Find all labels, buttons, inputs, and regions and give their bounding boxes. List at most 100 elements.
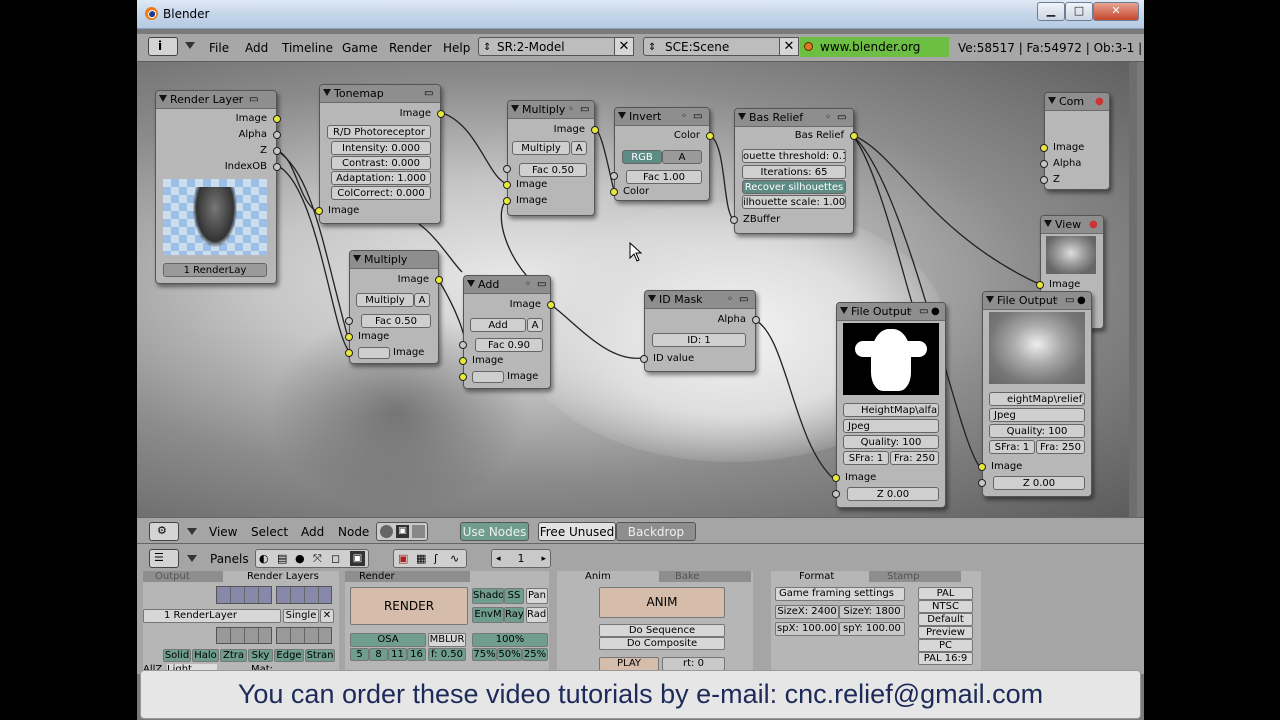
tab-format[interactable]: Format — [775, 571, 867, 582]
input-socket[interactable] — [978, 479, 986, 487]
silhouette-scale-field[interactable]: ilhouette scale: 1.000 — [742, 195, 846, 209]
anim-subcontext-icon[interactable]: ▦ — [416, 552, 426, 565]
blender-url-label[interactable]: www.blender.org 249.2 — [800, 37, 949, 74]
output-socket[interactable] — [591, 126, 599, 134]
layer-grid[interactable] — [276, 627, 332, 644]
output-socket[interactable] — [273, 147, 281, 155]
fac-field[interactable]: Fac 0.50 — [361, 314, 431, 328]
input-socket[interactable] — [345, 317, 353, 325]
buttons-editor-type-button[interactable]: ☰ — [149, 549, 179, 568]
raytrace-toggle[interactable]: Ray — [504, 607, 524, 623]
fac-field[interactable]: Fac 0.90 — [475, 338, 543, 352]
node-tree-type-buttons[interactable]: ▣ — [376, 522, 428, 541]
node-add[interactable]: Add ◦ ▭ Image Add A Fac 0.90 Image Image — [459, 275, 555, 389]
editing-context-icon[interactable]: ◻ — [331, 552, 340, 565]
input-socket[interactable] — [503, 197, 511, 205]
aspect-x-field[interactable]: spX: 100.00 — [775, 622, 839, 636]
output-path-field[interactable]: HeightMap\alfa_ — [843, 403, 939, 417]
pass-halo-toggle[interactable]: Halo — [192, 649, 219, 662]
preset-pal[interactable]: PAL — [918, 587, 973, 600]
input-socket[interactable] — [503, 181, 511, 189]
editor-type-button[interactable]: ⚙ — [149, 522, 179, 541]
render-button[interactable]: RENDER — [350, 587, 468, 625]
menu-add[interactable]: Add — [245, 41, 268, 55]
node-multiply-2[interactable]: Multiply Image Multiply A Fac 0.50 Image… — [345, 250, 443, 364]
input-socket[interactable] — [1036, 281, 1044, 289]
input-socket[interactable] — [832, 490, 840, 498]
input-socket[interactable] — [730, 216, 738, 224]
output-socket[interactable] — [706, 132, 714, 140]
colcorrect-field[interactable]: ColCorrect: 0.000 — [331, 186, 431, 200]
output-socket[interactable] — [437, 110, 445, 118]
invert-alpha-toggle[interactable]: A — [662, 150, 702, 164]
collapse-triangle-icon[interactable] — [986, 296, 994, 303]
node-tonemap[interactable]: Tonemap ▭ Image R/D Photoreceptor Intensi… — [315, 84, 445, 224]
scene-layers-grid[interactable] — [276, 586, 332, 604]
input-socket[interactable] — [315, 207, 323, 215]
node-option-icon[interactable]: ◦ — [825, 112, 835, 123]
tonemap-type-select[interactable]: R/D Photoreceptor — [327, 125, 431, 139]
node-file-output-2[interactable]: File Output ◦ ▭ ● eightMap\relief_ Jpeg Qua… — [978, 291, 1092, 497]
shading-context-icon[interactable]: ● — [295, 552, 305, 565]
osa-8[interactable]: 8 — [369, 648, 388, 661]
sound-subcontext-icon[interactable]: ʃ — [434, 552, 438, 565]
scene-layers-grid[interactable] — [216, 586, 272, 604]
input-socket[interactable] — [345, 349, 353, 357]
invert-rgb-toggle[interactable]: RGB — [622, 150, 662, 164]
use-alpha-toggle[interactable]: A — [527, 318, 543, 332]
node-option-icon[interactable]: ◦ — [525, 279, 535, 290]
osa-16[interactable]: 16 — [407, 648, 426, 661]
node-render-layer[interactable]: Render Layer ◦ ▭ Image Alpha Z IndexOB 1 R… — [155, 90, 281, 284]
iterations-field[interactable]: Iterations: 65 — [742, 165, 846, 179]
collapse-triangle-icon[interactable] — [648, 295, 656, 302]
format-select[interactable]: Jpeg — [843, 419, 939, 433]
end-frame-field[interactable]: Fra: 250 — [1036, 440, 1085, 454]
node-preview-icon[interactable]: ▭ — [249, 94, 259, 105]
rt-field[interactable]: rt: 0 — [662, 657, 725, 671]
node-option-icon[interactable]: ◦ — [568, 104, 578, 115]
contrast-field[interactable]: Contrast: 0.000 — [331, 156, 431, 170]
size-x-field[interactable]: SizeX: 2400 — [775, 605, 839, 619]
node-preview-icon[interactable]: ▭ — [919, 306, 929, 317]
input-socket[interactable] — [503, 165, 511, 173]
quality-field[interactable]: Quality: 100 — [989, 424, 1085, 438]
collapse-triangle-icon[interactable] — [159, 95, 167, 102]
percent-25[interactable]: 25% — [522, 648, 548, 661]
composite-nodes-icon[interactable]: ▣ — [396, 525, 409, 538]
node-option-icon[interactable]: ◦ — [236, 94, 246, 105]
window-type-button[interactable]: i — [148, 37, 178, 56]
collapse-triangle-icon[interactable] — [353, 255, 361, 262]
node-preview-icon[interactable]: ▭ — [537, 279, 547, 290]
envmap-toggle[interactable]: EnvM — [472, 607, 504, 623]
start-frame-field[interactable]: SFra: 1 — [843, 451, 889, 465]
intensity-field[interactable]: Intensity: 0.000 — [331, 141, 431, 155]
collapse-triangle-icon[interactable] — [738, 113, 746, 120]
node-composite[interactable]: Com ● Image Alpha Z — [1040, 92, 1110, 190]
object-context-icon[interactable]: ⤧ — [313, 552, 322, 566]
output-socket[interactable] — [435, 276, 443, 284]
node-option-icon[interactable]: ◦ — [727, 294, 737, 305]
use-nodes-toggle[interactable]: Use Nodes — [460, 522, 529, 541]
output-socket[interactable] — [273, 163, 281, 171]
minimize-button[interactable]: ▁ — [1037, 2, 1065, 21]
percent-75[interactable]: 75% — [472, 648, 497, 661]
z-field[interactable]: Z 0.00 — [993, 476, 1085, 490]
node-collapse-icon[interactable]: ● — [1077, 295, 1087, 306]
input-socket[interactable] — [459, 373, 467, 381]
menu-node[interactable]: Node — [338, 525, 369, 539]
preset-pal169[interactable]: PAL 16:9 — [918, 652, 973, 665]
z-field[interactable]: Z 0.00 — [847, 487, 939, 501]
node-invert[interactable]: Invert ◦ ▭ Color RGB A Fac 1.00 Color — [610, 107, 714, 201]
delete-layer-button[interactable]: ✕ — [320, 609, 334, 623]
shadow-toggle[interactable]: Shado — [472, 588, 504, 604]
free-unused-button[interactable]: Free Unused — [538, 522, 616, 541]
adaptation-field[interactable]: Adaptation: 1.000 — [331, 171, 431, 185]
node-preview-icon[interactable]: ▭ — [837, 112, 847, 123]
format-select[interactable]: Jpeg — [989, 408, 1085, 422]
node-close-icon[interactable]: ● — [1089, 219, 1099, 230]
end-frame-field[interactable]: Fra: 250 — [890, 451, 939, 465]
collapse-triangle-icon[interactable] — [1044, 220, 1052, 227]
use-alpha-toggle[interactable]: A — [571, 141, 587, 155]
pass-ztra-toggle[interactable]: Ztra — [220, 649, 247, 662]
collapse-triangle-icon[interactable] — [618, 112, 626, 119]
